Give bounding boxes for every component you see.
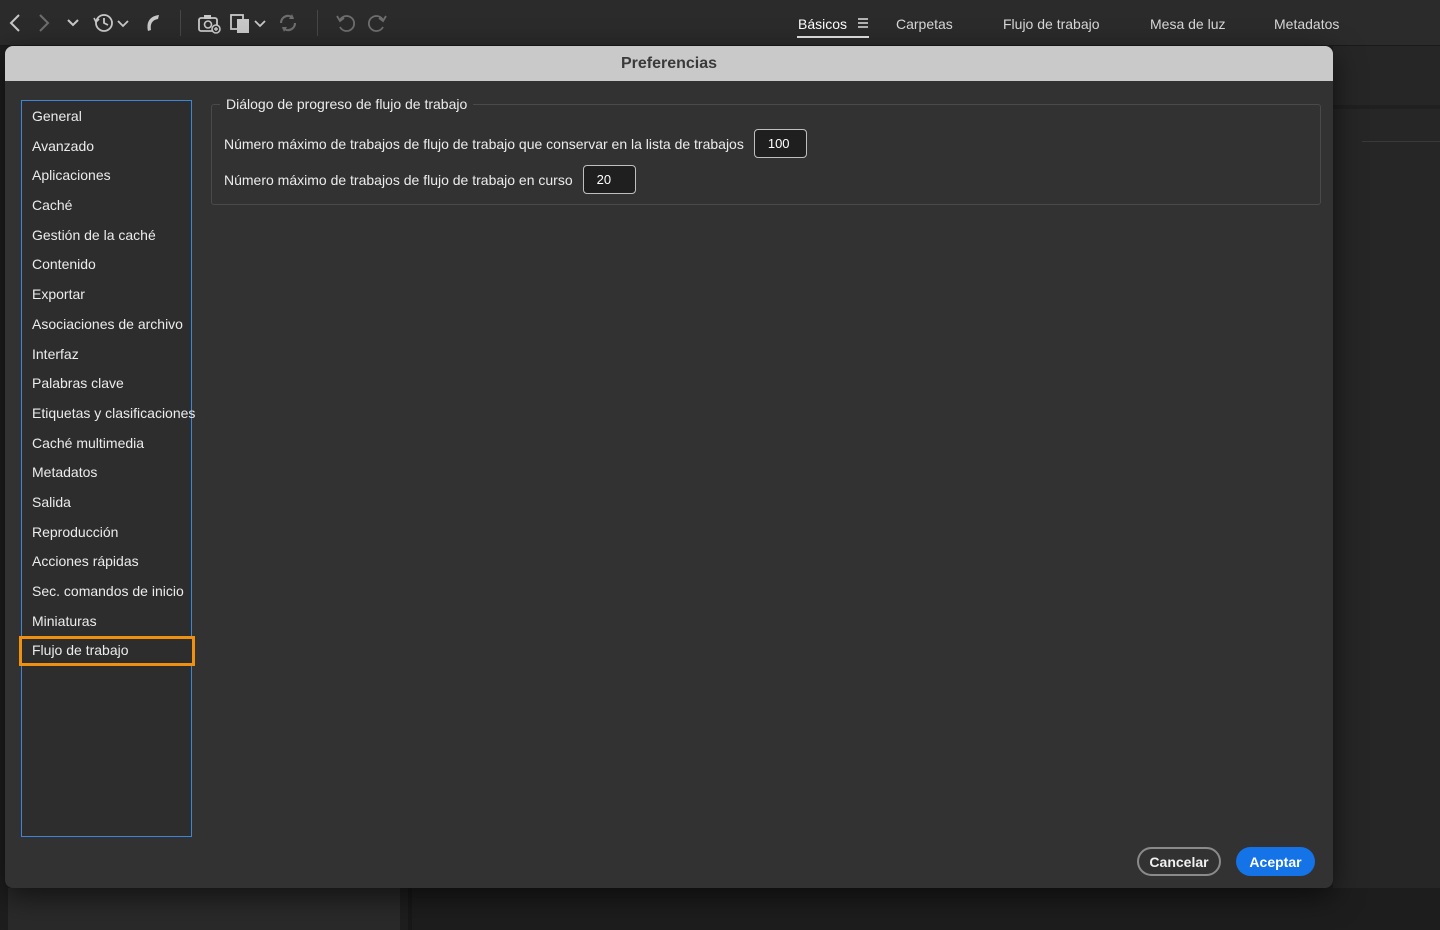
background-panel-bottom-right (412, 888, 1440, 930)
background-panel-bottom-left (8, 888, 400, 930)
back-arrow-icon[interactable] (6, 9, 24, 37)
category-item-acciones-rapidas[interactable]: Acciones rápidas (22, 547, 191, 577)
undo-icon[interactable] (335, 9, 357, 37)
workspace-tab-mesa-de-luz[interactable]: Mesa de luz (1150, 14, 1225, 34)
history-clock-icon[interactable] (92, 9, 130, 37)
max-jobs-list-input[interactable] (753, 129, 807, 158)
category-item-aplicaciones[interactable]: Aplicaciones (22, 161, 191, 191)
max-jobs-list-row: Número máximo de trabajos de flujo de tr… (224, 129, 807, 158)
workspace-menu-icon[interactable] (857, 17, 869, 29)
toolbar-separator (180, 10, 181, 36)
preferences-dialog: Preferencias General Avanzado Aplicacion… (5, 46, 1333, 888)
category-item-palabras-clave[interactable]: Palabras clave (22, 369, 191, 399)
recent-chevron-icon[interactable] (65, 9, 81, 37)
copy-files-icon[interactable] (229, 9, 267, 37)
category-item-sec-comandos-inicio[interactable]: Sec. comandos de inicio (22, 577, 191, 607)
workspace-tab-metadatos[interactable]: Metadatos (1274, 14, 1339, 34)
background-divider (1362, 141, 1440, 142)
workspace-tab-basicos[interactable]: Básicos (798, 14, 847, 34)
dialog-titlebar[interactable]: Preferencias (5, 46, 1333, 81)
refresh-icon[interactable] (277, 9, 299, 37)
group-legend: Diálogo de progreso de flujo de trabajo (220, 95, 474, 113)
toolbar-separator (317, 10, 318, 36)
category-item-gestion-cache[interactable]: Gestión de la caché (22, 221, 191, 251)
category-item-flujo-de-trabajo[interactable]: Flujo de trabajo (19, 636, 195, 667)
app-toolbar: Básicos Carpetas Flujo de trabajo Mesa d… (0, 0, 1440, 46)
category-list: General Avanzado Aplicaciones Caché Gest… (19, 100, 195, 837)
max-jobs-running-row: Número máximo de trabajos de flujo de tr… (224, 165, 636, 194)
workspace-tab-carpetas[interactable]: Carpetas (896, 14, 953, 34)
category-item-general[interactable]: General (22, 102, 191, 132)
category-item-etiquetas-clasificaciones[interactable]: Etiquetas y clasificaciones (22, 399, 195, 429)
category-item-asociaciones-archivo[interactable]: Asociaciones de archivo (22, 310, 191, 340)
dialog-title: Preferencias (620, 54, 718, 72)
category-item-cache-multimedia[interactable]: Caché multimedia (22, 429, 191, 459)
category-item-interfaz[interactable]: Interfaz (22, 340, 191, 370)
background-panel-right (1333, 46, 1440, 930)
forward-arrow-icon[interactable] (35, 9, 53, 37)
category-item-salida[interactable]: Salida (22, 488, 191, 518)
category-item-metadatos[interactable]: Metadatos (22, 458, 191, 488)
active-tab-underline (797, 36, 869, 38)
workspace-tab-flujo-de-trabajo[interactable]: Flujo de trabajo (1003, 14, 1100, 34)
category-item-cache[interactable]: Caché (22, 191, 191, 221)
max-jobs-running-label: Número máximo de trabajos de flujo de tr… (224, 171, 573, 188)
category-item-reproduccion[interactable]: Reproducción (22, 518, 191, 548)
max-jobs-running-input[interactable] (582, 165, 636, 194)
ok-button[interactable]: Aceptar (1236, 847, 1315, 876)
category-item-miniaturas[interactable]: Miniaturas (22, 607, 191, 637)
cancel-button[interactable]: Cancelar (1137, 847, 1221, 876)
redo-icon[interactable] (366, 9, 388, 37)
camera-import-icon[interactable] (196, 9, 222, 37)
boomerang-icon[interactable] (141, 9, 163, 37)
max-jobs-list-label: Número máximo de trabajos de flujo de tr… (224, 135, 744, 152)
category-item-exportar[interactable]: Exportar (22, 280, 191, 310)
category-item-contenido[interactable]: Contenido (22, 250, 191, 280)
background-divider (1333, 105, 1440, 109)
category-item-avanzado[interactable]: Avanzado (22, 132, 191, 162)
workflow-progress-group: Diálogo de progreso de flujo de trabajo … (211, 95, 1321, 205)
